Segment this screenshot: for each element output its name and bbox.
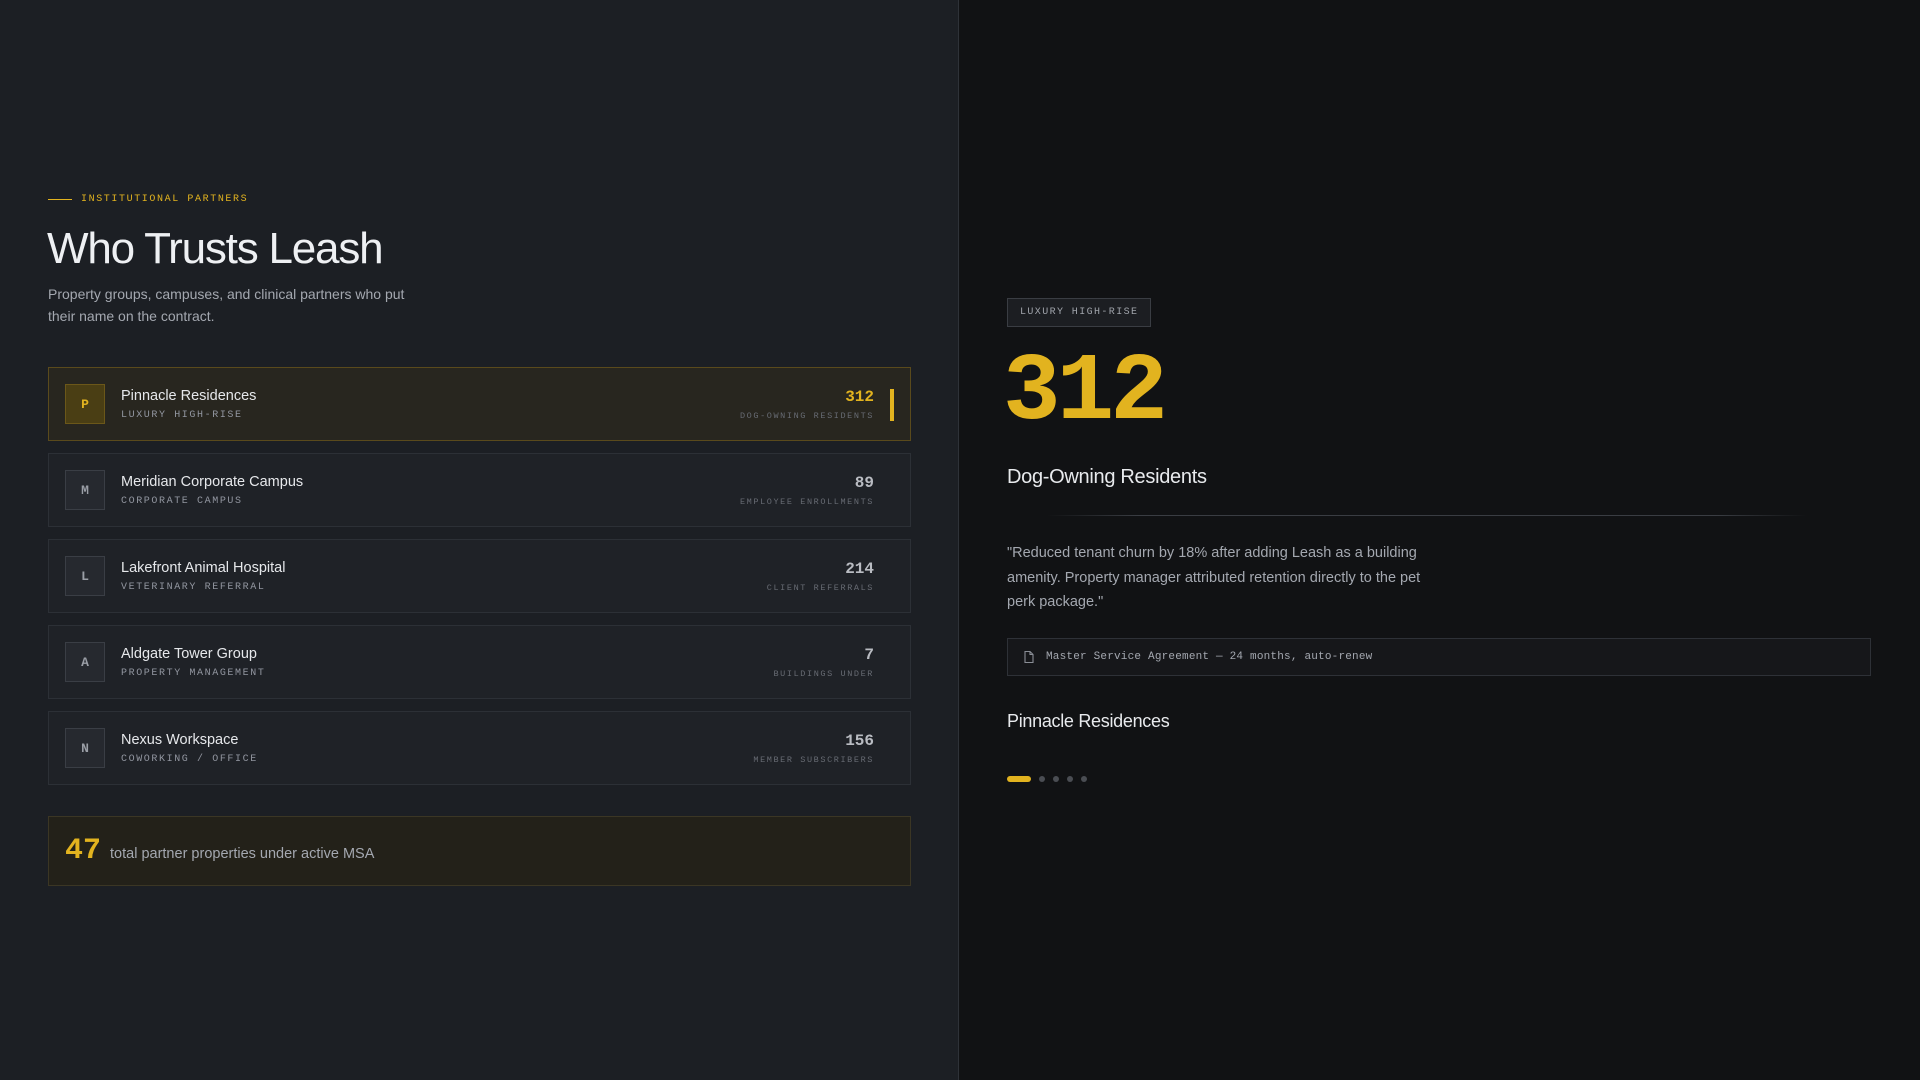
partner-metric: 214: [845, 560, 874, 578]
partner-avatar: L: [65, 556, 105, 596]
partner-name: Meridian Corporate Campus: [121, 474, 304, 490]
partner-type: PROPERTY MANAGEMENT: [121, 668, 266, 679]
partner-type: VETERINARY REFERRAL: [121, 582, 266, 593]
partner-metric-label: BUILDINGS UNDER: [773, 669, 874, 679]
partner-type: COWORKING / OFFICE: [121, 754, 258, 765]
partner-metric-label: DOG-OWNING RESIDENTS: [739, 411, 874, 421]
partner-row-pinnacle[interactable]: P Pinnacle Residences LUXURY HIGH-RISE 3…: [48, 367, 911, 441]
partner-metric: 156: [845, 732, 874, 750]
partner-name: Pinnacle Residences: [121, 388, 257, 404]
carousel-dot-4[interactable]: [1067, 776, 1073, 782]
partner-avatar: N: [65, 728, 105, 768]
partner-type: CORPORATE CAMPUS: [121, 496, 243, 507]
page: INSTITUTIONAL PARTNERS Who Trusts Leash …: [0, 0, 1920, 1080]
total-number: 47: [65, 834, 102, 868]
eyebrow: INSTITUTIONAL PARTNERS: [48, 194, 248, 205]
contract-info: Master Service Agreement — 24 months, au…: [1007, 638, 1871, 676]
metric-label: Dog-Owning Residents: [1007, 466, 1207, 488]
partner-name: Aldgate Tower Group: [121, 646, 257, 662]
partner-type-tag: LUXURY HIGH-RISE: [1007, 298, 1152, 327]
carousel-dot-1[interactable]: [1007, 776, 1031, 782]
active-indicator: [890, 389, 894, 421]
partner-metric-label: EMPLOYEE ENROLLMENTS: [739, 497, 874, 507]
partner-list: P Pinnacle Residences LUXURY HIGH-RISE 3…: [48, 367, 911, 785]
partner-row-lakefront[interactable]: L Lakefront Animal Hospital VETERINARY R…: [48, 539, 911, 613]
total-summary: 47 total partner properties under active…: [48, 816, 911, 886]
partner-metric-label: CLIENT REFERRALS: [766, 583, 874, 593]
partner-row-meridian[interactable]: M Meridian Corporate Campus CORPORATE CA…: [48, 453, 911, 527]
big-metric: 312: [1003, 338, 1168, 447]
detail-partner-name: Pinnacle Residences: [1007, 711, 1170, 731]
page-title: Who Trusts Leash: [47, 224, 384, 273]
contract-text: Master Service Agreement — 24 months, au…: [1046, 651, 1373, 663]
eyebrow-line: [48, 199, 72, 200]
partner-metric-label: MEMBER SUBSCRIBERS: [753, 755, 874, 765]
carousel-dot-3[interactable]: [1053, 776, 1059, 782]
partner-row-aldgate[interactable]: A Aldgate Tower Group PROPERTY MANAGEMEN…: [48, 625, 911, 699]
partner-detail-panel: LUXURY HIGH-RISE 312 Dog-Owning Resident…: [959, 0, 1920, 1080]
partner-name: Lakefront Animal Hospital: [121, 560, 286, 576]
partner-metric: 7: [864, 646, 874, 664]
partner-type: LUXURY HIGH-RISE: [121, 410, 243, 421]
carousel-dot-5[interactable]: [1081, 776, 1087, 782]
partner-row-nexus[interactable]: N Nexus Workspace COWORKING / OFFICE 156…: [48, 711, 911, 785]
divider: [1047, 515, 1807, 516]
partners-panel: INSTITUTIONAL PARTNERS Who Trusts Leash …: [0, 0, 959, 1080]
partner-avatar: A: [65, 642, 105, 682]
partner-avatar: M: [65, 470, 105, 510]
total-text: total partner properties under active MS…: [110, 846, 375, 862]
testimonial-quote: "Reduced tenant churn by 18% after addin…: [1007, 545, 1421, 610]
partner-avatar: P: [65, 384, 105, 424]
partner-name: Nexus Workspace: [121, 732, 239, 748]
page-subtitle: Property groups, campuses, and clinical …: [48, 286, 405, 324]
eyebrow-text: INSTITUTIONAL PARTNERS: [81, 194, 249, 205]
partner-metric: 312: [845, 388, 874, 406]
carousel-dots: [1007, 776, 1087, 782]
document-icon: [1022, 650, 1036, 664]
partner-metric: 89: [854, 474, 874, 492]
carousel-dot-2[interactable]: [1039, 776, 1045, 782]
